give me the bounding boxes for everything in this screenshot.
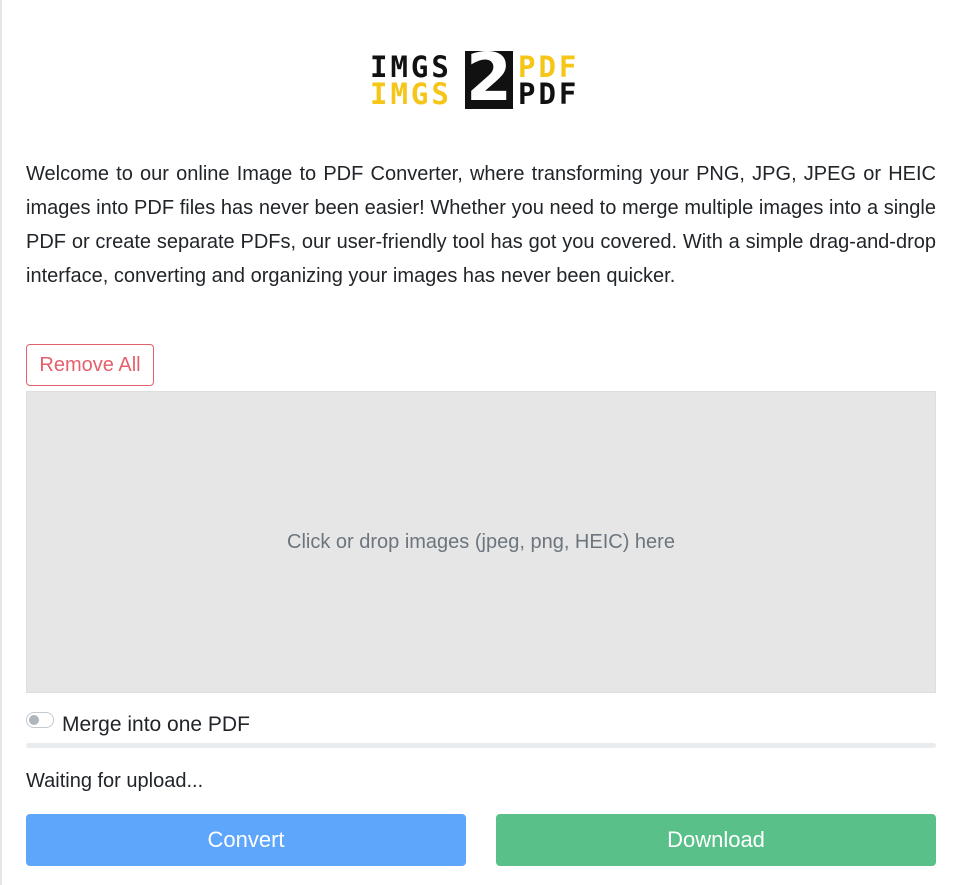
switch-knob — [29, 715, 39, 725]
convert-button[interactable]: Convert — [26, 814, 466, 866]
dropzone-hint: Click or drop images (jpeg, png, HEIC) h… — [287, 530, 675, 553]
imgs2pdf-logo: IMGS IMGS 2 PDF PDF — [370, 45, 590, 111]
merge-label[interactable]: Merge into one PDF — [62, 713, 250, 737]
logo-pdf-bottom: PDF — [518, 77, 580, 111]
download-button[interactable]: Download — [496, 814, 936, 866]
page-left-border — [0, 0, 2, 885]
logo-two-glyph: 2 — [466, 39, 512, 116]
image-dropzone[interactable]: Click or drop images (jpeg, png, HEIC) h… — [26, 391, 936, 693]
logo-imgs-bottom: IMGS — [370, 77, 452, 111]
remove-all-button[interactable]: Remove All — [26, 344, 154, 386]
intro-paragraph: Welcome to our online Image to PDF Conve… — [26, 163, 936, 287]
status-text: Waiting for upload... — [26, 770, 204, 792]
merge-option: Merge into one PDF — [26, 711, 250, 739]
upload-progress-bar — [26, 743, 936, 748]
merge-toggle-switch[interactable] — [26, 712, 54, 728]
